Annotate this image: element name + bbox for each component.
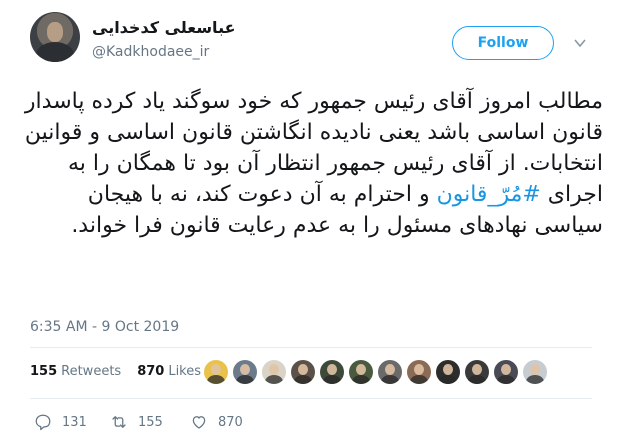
divider	[30, 347, 592, 348]
reply-button[interactable]: 131	[34, 413, 87, 431]
liker-avatar[interactable]	[436, 360, 460, 384]
tweet-stats: 155 Retweets 870 Likes	[30, 364, 217, 379]
retweets-count[interactable]: 155	[30, 364, 57, 379]
like-count: 870	[218, 414, 243, 430]
hashtag-link[interactable]: #مُرّ_قانون	[437, 182, 541, 207]
liker-avatar[interactable]	[465, 360, 489, 384]
author-avatar[interactable]	[30, 12, 80, 62]
reply-icon	[35, 414, 51, 431]
retweets-label[interactable]: Retweets	[61, 364, 121, 379]
tweet-card: عباسعلی کدخدایی @Kadkhodaee_ir Follow مط…	[0, 0, 622, 439]
liker-avatar[interactable]	[407, 360, 431, 384]
liker-avatar[interactable]	[494, 360, 518, 384]
liker-avatar[interactable]	[523, 360, 547, 384]
divider	[30, 398, 592, 399]
tweet-timestamp[interactable]: 6:35 AM - 9 Oct 2019	[30, 319, 179, 335]
reply-count: 131	[62, 414, 87, 430]
liker-avatar[interactable]	[320, 360, 344, 384]
liker-avatars	[204, 360, 552, 384]
liker-avatar[interactable]	[262, 360, 286, 384]
author-handle[interactable]: @Kadkhodaee_ir	[92, 44, 209, 60]
liker-avatar[interactable]	[378, 360, 402, 384]
likes-label[interactable]: Likes	[168, 364, 201, 379]
like-button[interactable]: 870	[190, 413, 243, 431]
liker-avatar[interactable]	[204, 360, 228, 384]
chevron-down-icon[interactable]	[573, 36, 587, 50]
author-name[interactable]: عباسعلی کدخدایی	[92, 18, 236, 37]
liker-avatar[interactable]	[349, 360, 373, 384]
follow-button[interactable]: Follow	[452, 26, 554, 60]
liker-avatar[interactable]	[291, 360, 315, 384]
tweet-text: مطالب امروز آقای رئیس جمهور که خود سوگند…	[20, 86, 603, 241]
retweet-count: 155	[138, 414, 163, 430]
heart-icon	[192, 416, 206, 429]
retweet-icon	[112, 416, 126, 428]
liker-avatar[interactable]	[233, 360, 257, 384]
retweet-button[interactable]: 155	[110, 413, 163, 431]
likes-count[interactable]: 870	[137, 364, 164, 379]
